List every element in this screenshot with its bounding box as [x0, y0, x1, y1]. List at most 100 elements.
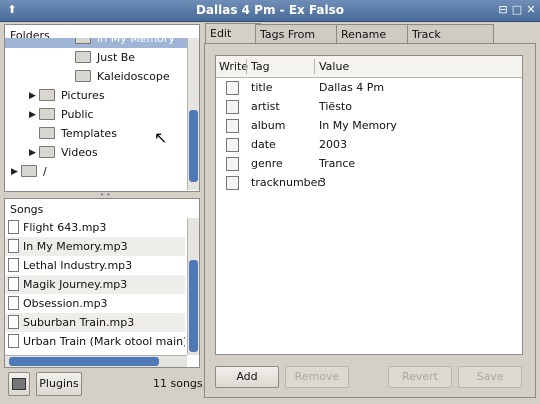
remove-label: Remove [294, 370, 340, 383]
tag-value[interactable]: 2003 [319, 135, 347, 154]
expand-arrow-icon[interactable]: ▶ [29, 87, 39, 106]
column-divider [314, 59, 315, 74]
tag-value[interactable]: Dallas 4 Pm [319, 78, 384, 97]
folder-label: Pictures [61, 89, 105, 102]
folder-row[interactable]: In My Memory [5, 38, 187, 48]
file-icon [8, 220, 19, 234]
folder-row[interactable]: Just Be [5, 48, 187, 67]
tag-rows[interactable]: title Dallas 4 Pm artist Tiësto album In My M… [216, 78, 522, 348]
tab-track-numbers[interactable]: Track Numbers [407, 24, 494, 60]
folder-label: / [43, 165, 47, 178]
folder-icon [39, 108, 55, 120]
tab-rename-files[interactable]: Rename Files [336, 24, 412, 60]
tag-table-header: Write Tag Value [216, 56, 522, 78]
tag-name: title [251, 81, 273, 94]
tag-row[interactable]: title Dallas 4 Pm [216, 78, 518, 97]
edit-pencil-icon[interactable] [226, 176, 239, 190]
folder-icon [75, 70, 91, 82]
edit-pencil-icon[interactable] [226, 100, 239, 114]
tag-name: date [251, 138, 276, 151]
maximize-icon[interactable]: □ [510, 3, 524, 17]
tab-tags-from-path[interactable]: Tags From Path [255, 24, 341, 60]
plugins-button[interactable]: Plugins [36, 372, 82, 396]
song-filename: Flight 643.mp3 [23, 221, 107, 234]
remove-tag-button[interactable]: Remove [285, 366, 349, 388]
edit-pencil-icon[interactable] [226, 81, 239, 95]
tag-name: album [251, 119, 286, 132]
file-icon [8, 315, 19, 329]
expand-arrow-icon[interactable]: ▶ [29, 106, 39, 125]
song-row[interactable]: Lethal Industry.mp3 [5, 256, 185, 275]
folder-label: In My Memory [97, 38, 175, 45]
view-toggle-icon [12, 378, 26, 390]
tag-row[interactable]: album In My Memory [216, 116, 518, 135]
close-icon[interactable]: ✕ [524, 3, 538, 17]
folder-icon [75, 51, 91, 63]
songs-panel: Songs Flight 643.mp3 In My Memory.mp3 Leth… [4, 198, 200, 368]
tag-value[interactable]: In My Memory [319, 116, 397, 135]
tag-name: tracknumber [251, 176, 322, 189]
folder-label: Public [61, 108, 94, 121]
tag-value[interactable]: 3 [319, 173, 326, 192]
song-filename: Suburban Train.mp3 [23, 316, 135, 329]
edit-pencil-icon[interactable] [226, 157, 239, 171]
song-row[interactable]: Magik Journey.mp3 [5, 275, 185, 294]
file-icon [8, 334, 19, 348]
file-icon [8, 239, 19, 253]
tag-name: artist [251, 100, 280, 113]
save-label: Save [476, 370, 504, 383]
folder-icon [39, 89, 55, 101]
tag-row[interactable]: date 2003 [216, 135, 518, 154]
revert-label: Revert [401, 370, 439, 383]
songs-scrollbar[interactable] [187, 218, 199, 355]
song-row[interactable]: In My Memory.mp3 [5, 237, 185, 256]
song-row[interactable]: Urban Train (Mark otool main).mp3 [5, 332, 185, 351]
expand-arrow-icon[interactable]: ▶ [29, 144, 39, 163]
tag-row[interactable]: genre Trance [216, 154, 518, 173]
folder-icon [21, 165, 37, 177]
tag-row[interactable]: artist Tiësto [216, 97, 518, 116]
folder-row[interactable]: ▶ Pictures [5, 86, 187, 105]
song-list[interactable]: Flight 643.mp3 In My Memory.mp3 Lethal Ind… [5, 218, 187, 355]
revert-button[interactable]: Revert [388, 366, 452, 388]
tab-edit-tags[interactable]: Edit Tags [205, 23, 261, 59]
folders-scrollbar[interactable] [187, 38, 199, 190]
mouse-cursor-icon: ↖ [154, 128, 168, 147]
edit-pencil-icon[interactable] [226, 119, 239, 133]
column-value[interactable]: Value [319, 60, 349, 73]
window-title: Dallas 4 Pm - Ex Falso [195, 3, 345, 17]
tag-row[interactable]: tracknumber 3 [216, 173, 518, 192]
song-row[interactable]: Suburban Train.mp3 [5, 313, 185, 332]
add-label: Add [236, 370, 258, 383]
folder-label: Just Be [97, 51, 136, 64]
songs-hscrollbar-thumb[interactable] [9, 357, 159, 366]
tag-value[interactable]: Trance [319, 154, 355, 173]
add-tag-button[interactable]: Add [215, 366, 279, 388]
column-write[interactable]: Write [219, 60, 248, 73]
edit-tags-page: Write Tag Value title Dallas 4 Pm artist Ti… [204, 43, 536, 398]
expand-arrow-icon[interactable]: ▶ [11, 163, 21, 182]
folder-row[interactable]: ▶ Public [5, 105, 187, 124]
songs-hscrollbar[interactable] [5, 355, 187, 367]
folder-label: Videos [61, 146, 98, 159]
folder-row[interactable]: Kaleidoscope [5, 67, 187, 86]
folder-icon [39, 146, 55, 158]
toggle-view-button[interactable] [8, 372, 30, 396]
tag-table[interactable]: Write Tag Value title Dallas 4 Pm artist Ti… [215, 55, 523, 355]
folder-tree[interactable]: In My Memory Just Be Kaleidoscope ▶ Pictures… [5, 38, 187, 190]
folders-scrollbar-thumb[interactable] [189, 110, 198, 182]
songs-scrollbar-thumb[interactable] [189, 260, 198, 352]
tag-value[interactable]: Tiësto [319, 97, 352, 116]
tag-name: genre [251, 157, 283, 170]
song-filename: Urban Train (Mark otool main).mp3 [23, 335, 185, 348]
song-row[interactable]: Obsession.mp3 [5, 294, 185, 313]
column-tag[interactable]: Tag [251, 60, 270, 73]
song-filename: Lethal Industry.mp3 [23, 259, 133, 272]
edit-pencil-icon[interactable] [226, 138, 239, 152]
file-icon [8, 277, 19, 291]
song-row[interactable]: Flight 643.mp3 [5, 218, 185, 237]
folder-label: Templates [61, 127, 117, 140]
folder-row[interactable]: ▶ / [5, 162, 187, 181]
minimize-icon[interactable]: ⊟ [496, 3, 510, 17]
save-button[interactable]: Save [458, 366, 522, 388]
